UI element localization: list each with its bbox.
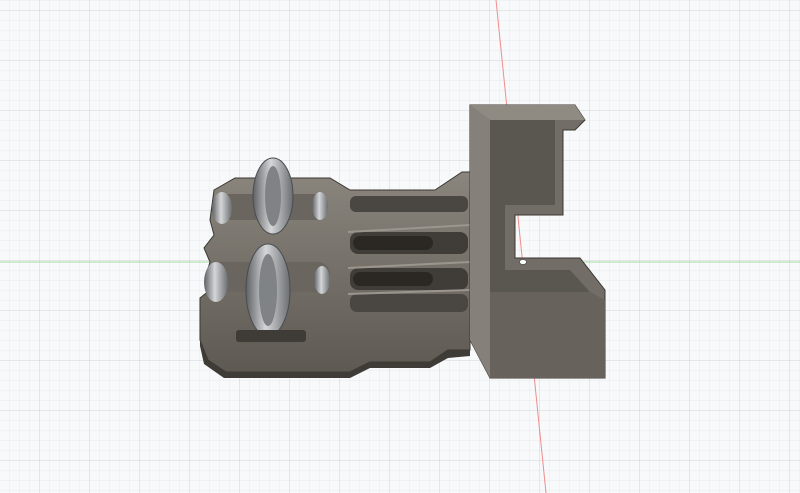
- cad-3d-viewport[interactable]: [0, 0, 800, 493]
- viewport-scene[interactable]: [0, 0, 800, 493]
- bracket-top-face: [470, 105, 585, 120]
- origin-point-icon[interactable]: [519, 259, 527, 265]
- bracket-right-face: [490, 292, 605, 378]
